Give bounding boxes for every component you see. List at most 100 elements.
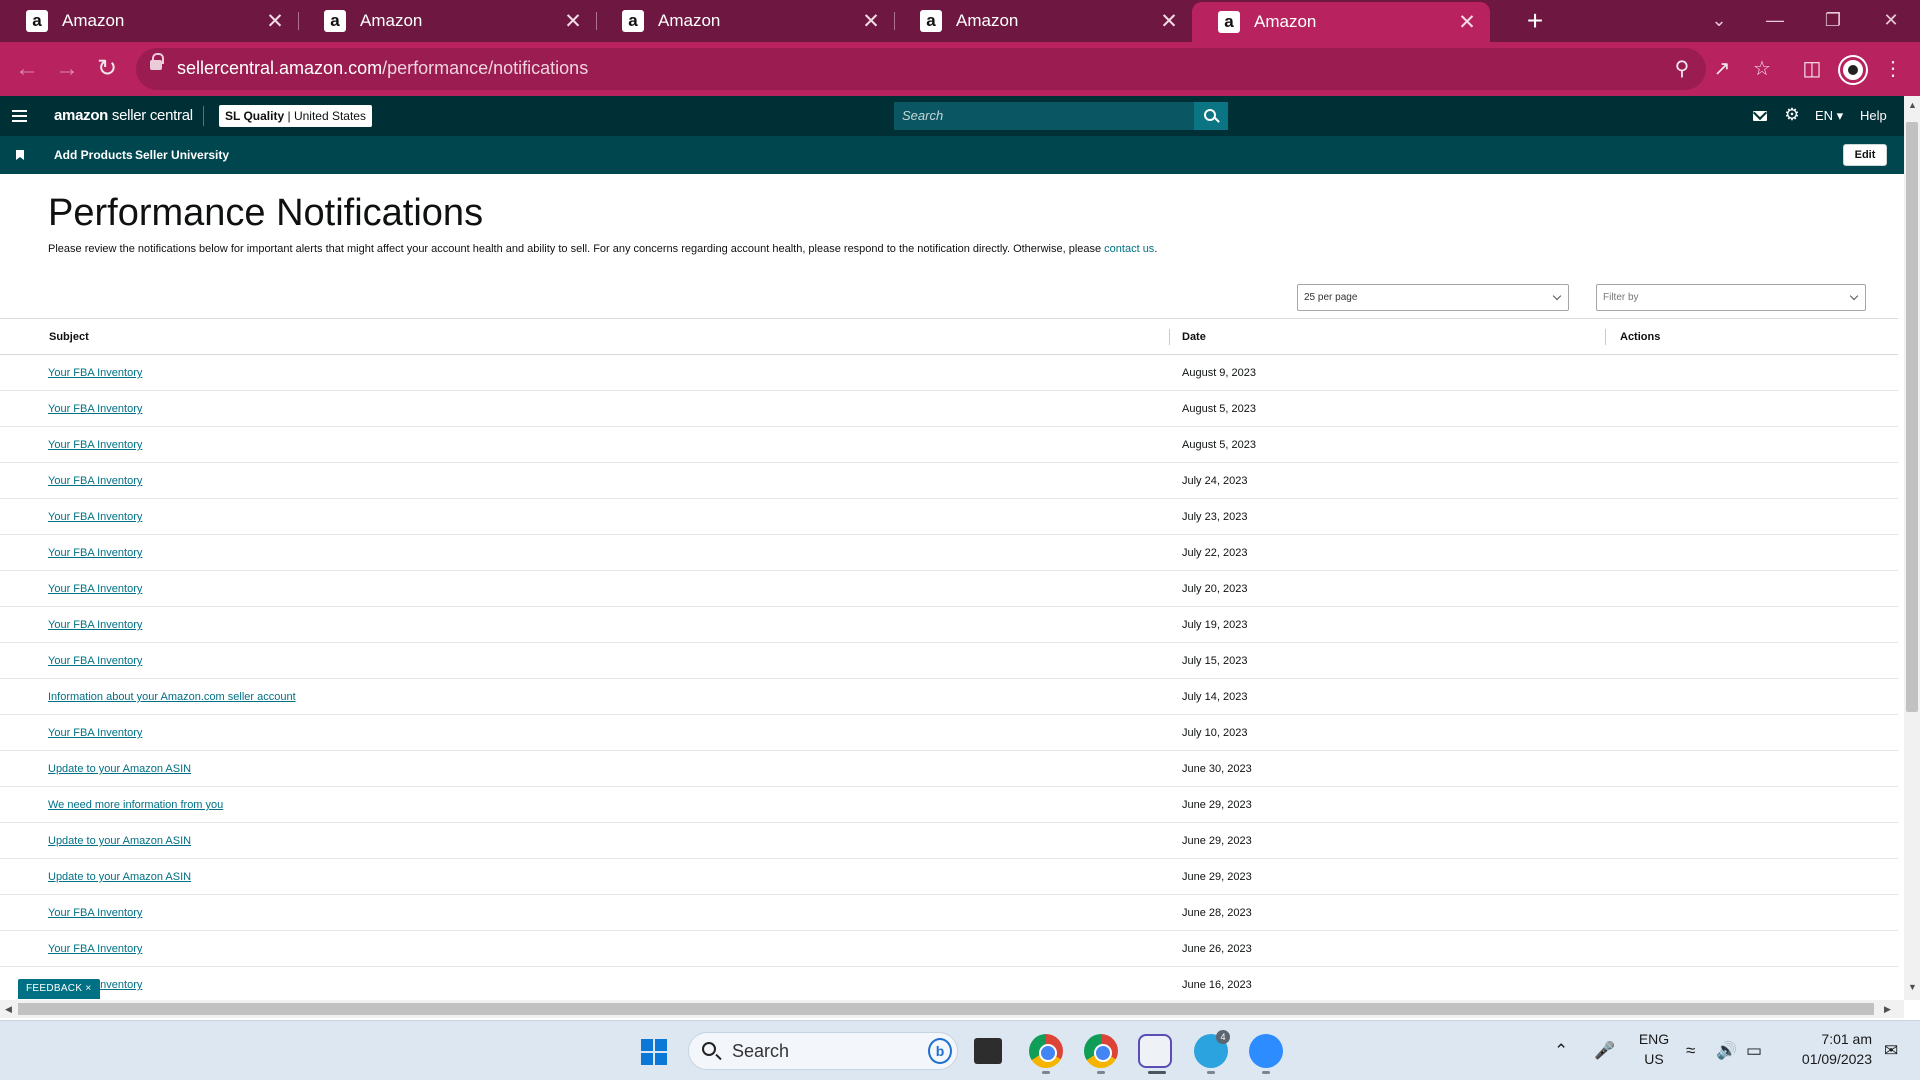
subnav-add-products[interactable]: Add Products xyxy=(54,148,133,162)
chevron-down-icon xyxy=(1552,291,1562,301)
column-divider[interactable] xyxy=(1605,329,1606,345)
column-subject[interactable]: Subject xyxy=(49,331,89,343)
feedback-close-icon[interactable]: × xyxy=(85,983,91,994)
browser-tab[interactable]: a Amazon ✕ xyxy=(596,0,894,42)
scroll-up-arrow-icon[interactable]: ▲ xyxy=(1908,100,1917,110)
snipping-tool-icon[interactable] xyxy=(1138,1034,1172,1068)
notification-subject-link[interactable]: Your FBA Inventory xyxy=(48,403,142,415)
notification-subject-link[interactable]: We need more information from you xyxy=(48,799,223,811)
contact-us-link[interactable]: contact us xyxy=(1104,243,1154,255)
feedback-tab[interactable]: FEEDBACK × xyxy=(18,979,100,999)
active-indicator xyxy=(1148,1071,1166,1074)
lock-icon[interactable] xyxy=(150,53,164,70)
vertical-scroll-thumb[interactable] xyxy=(1906,122,1918,712)
browser-tab[interactable]: a Amazon ✕ xyxy=(1192,2,1490,42)
microphone-icon[interactable]: 🎤 xyxy=(1594,1041,1615,1061)
notification-subject-link[interactable]: Update to your Amazon ASIN xyxy=(48,763,191,775)
notification-subject-link[interactable]: Your FBA Inventory xyxy=(48,511,142,523)
bookmark-star-icon[interactable]: ☆ xyxy=(1745,52,1779,86)
search-button[interactable] xyxy=(1194,102,1228,130)
notification-subject-link[interactable]: Your FBA Inventory xyxy=(48,439,142,451)
taskbar-search-box[interactable] xyxy=(688,1032,958,1070)
new-tab-button[interactable]: + xyxy=(1518,4,1552,38)
chevron-up-icon[interactable]: ⌃ xyxy=(1554,1041,1568,1061)
browser-tab[interactable]: a Amazon ✕ xyxy=(298,0,596,42)
reload-icon[interactable]: ↻ xyxy=(90,52,124,86)
back-arrow-icon[interactable]: ← xyxy=(10,52,44,86)
notification-subject-link[interactable]: Your FBA Inventory xyxy=(48,547,142,559)
language-selector[interactable]: EN ▾ xyxy=(1815,108,1843,124)
share-icon[interactable]: ↗ xyxy=(1705,52,1739,86)
volume-icon[interactable]: 🔊 xyxy=(1716,1041,1737,1061)
horizontal-scroll-thumb[interactable] xyxy=(18,1003,1874,1015)
filter-select[interactable]: Filter by xyxy=(1596,284,1866,311)
notification-date: June 29, 2023 xyxy=(1182,871,1252,883)
column-date[interactable]: Date xyxy=(1182,331,1206,343)
close-tab-icon[interactable]: ✕ xyxy=(558,9,588,34)
tab-search-icon[interactable]: ⌄ xyxy=(1692,0,1746,42)
notification-subject-link[interactable]: Your FBA Inventory xyxy=(48,583,142,595)
input-language-line1[interactable]: ENG xyxy=(1634,1031,1674,1047)
table-row: Your FBA Inventory July 20, 2023 xyxy=(0,571,1898,607)
help-link[interactable]: Help xyxy=(1860,108,1887,123)
browser-tab[interactable]: a Amazon ✕ xyxy=(0,0,298,42)
battery-icon[interactable]: ▭ xyxy=(1746,1041,1762,1061)
tab-separator xyxy=(894,12,895,30)
scroll-left-arrow-icon[interactable]: ◀ xyxy=(5,1004,12,1015)
notification-date: June 30, 2023 xyxy=(1182,763,1252,775)
seller-central-logo[interactable]: amazon seller central xyxy=(54,107,193,124)
scroll-right-arrow-icon[interactable]: ▶ xyxy=(1884,1004,1891,1015)
tab-title: Amazon xyxy=(62,11,125,30)
bing-icon[interactable]: b xyxy=(928,1038,952,1064)
seller-subnav: Add Products Seller University Edit xyxy=(0,136,1904,174)
wifi-icon[interactable]: ≈ xyxy=(1686,1041,1695,1061)
close-tab-icon[interactable]: ✕ xyxy=(856,9,886,34)
minimize-button[interactable]: — xyxy=(1748,0,1802,42)
chrome-profile-icon[interactable] xyxy=(1084,1034,1118,1068)
close-window-button[interactable]: ✕ xyxy=(1864,0,1918,42)
side-panel-icon[interactable]: ◫ xyxy=(1795,52,1829,86)
edit-nav-button[interactable]: Edit xyxy=(1843,144,1887,166)
url-text[interactable]: sellercentral.amazon.com/performance/not… xyxy=(177,58,588,79)
forward-arrow-icon[interactable]: → xyxy=(50,52,84,86)
hamburger-menu-icon[interactable] xyxy=(12,110,27,112)
notification-subject-link[interactable]: Your FBA Inventory xyxy=(48,943,142,955)
mail-icon[interactable] xyxy=(1753,111,1767,121)
browser-menu-icon[interactable]: ⋮ xyxy=(1876,52,1910,86)
seller-search-input[interactable]: Search xyxy=(894,102,1194,130)
store-switcher[interactable]: SL Quality | United States xyxy=(219,105,372,127)
close-tab-icon[interactable]: ✕ xyxy=(1154,9,1184,34)
notification-subject-link[interactable]: Your FBA Inventory xyxy=(48,367,142,379)
notification-subject-link[interactable]: Your FBA Inventory xyxy=(48,475,142,487)
per-page-select[interactable]: 25 per page xyxy=(1297,284,1569,311)
clock-time[interactable]: 7:01 am xyxy=(1776,1031,1872,1047)
close-tab-icon[interactable]: ✕ xyxy=(260,9,290,34)
notification-subject-link[interactable]: Your FBA Inventory xyxy=(48,727,142,739)
zoom-icon[interactable] xyxy=(1249,1034,1283,1068)
restore-button[interactable]: ❐ xyxy=(1806,0,1860,42)
table-row: Your FBA Inventory August 5, 2023 xyxy=(0,391,1898,427)
notification-subject-link[interactable]: Update to your Amazon ASIN xyxy=(48,871,191,883)
input-language-line2[interactable]: US xyxy=(1634,1051,1674,1067)
notification-subject-link[interactable]: Your FBA Inventory xyxy=(48,655,142,667)
notification-subject-link[interactable]: Update to your Amazon ASIN xyxy=(48,835,191,847)
zoom-icon[interactable]: ⚲ xyxy=(1665,52,1699,86)
bookmark-icon[interactable] xyxy=(16,150,24,160)
scroll-down-arrow-icon[interactable]: ▼ xyxy=(1908,982,1917,992)
notification-date: July 19, 2023 xyxy=(1182,619,1248,631)
browser-tab[interactable]: a Amazon ✕ xyxy=(894,0,1192,42)
notification-subject-link[interactable]: Information about your Amazon.com seller… xyxy=(48,691,296,703)
notification-bell-icon[interactable]: ✉ xyxy=(1884,1041,1898,1061)
file-explorer-icon[interactable] xyxy=(974,1038,1002,1064)
notification-subject-link[interactable]: Your FBA Inventory xyxy=(48,907,142,919)
chrome-icon[interactable] xyxy=(1029,1034,1063,1068)
column-divider[interactable] xyxy=(1169,329,1170,345)
running-indicator xyxy=(1042,1071,1050,1074)
windows-start-icon[interactable] xyxy=(641,1039,667,1065)
gear-icon[interactable]: ⚙ xyxy=(1784,106,1800,123)
clock-date[interactable]: 01/09/2023 xyxy=(1776,1051,1872,1067)
close-tab-icon[interactable]: ✕ xyxy=(1452,10,1482,35)
notification-subject-link[interactable]: Your FBA Inventory xyxy=(48,619,142,631)
subnav-seller-university[interactable]: Seller University xyxy=(135,148,229,162)
profile-avatar[interactable] xyxy=(1840,57,1866,83)
